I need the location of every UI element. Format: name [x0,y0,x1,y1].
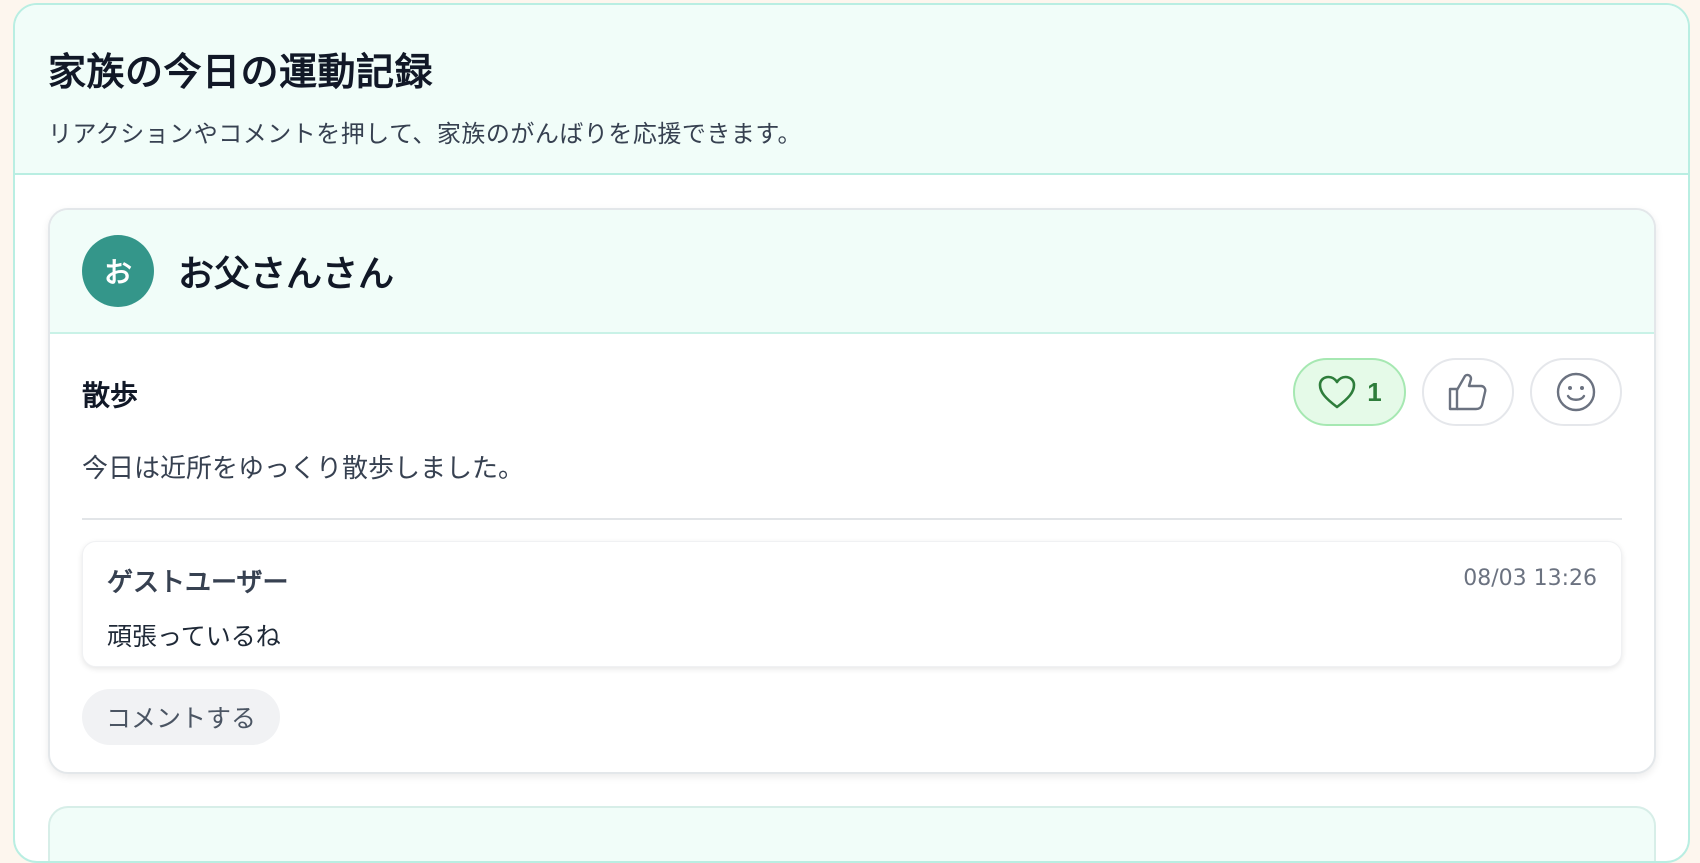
thumbs-up-reaction-button[interactable] [1422,358,1514,426]
heart-icon [1317,374,1357,410]
next-activity-card [48,806,1656,861]
smile-reaction-button[interactable] [1530,358,1622,426]
page-subtitle: リアクションやコメントを押して、家族のがんばりを応援できます。 [48,120,802,148]
card-header: お お父さんさん [50,210,1654,334]
heart-reaction-button[interactable]: 1 [1293,358,1406,426]
smile-icon [1555,371,1597,413]
activity-name: 散歩 [82,379,139,412]
activity-card: お お父さんさん 散歩 1 今日は近所をゆっくり散歩しました。 ゲストユーザー … [48,208,1656,774]
comment-item: ゲストユーザー 08/03 13:26 頑張っているね [82,541,1622,667]
heart-reaction-count: 1 [1367,376,1382,407]
comment-timestamp: 08/03 13:26 [1463,566,1597,591]
panel-header: 家族の今日の運動記録 リアクションやコメントを押して、家族のがんばりを応援できま… [15,5,1688,175]
divider [82,518,1622,520]
add-comment-button[interactable]: コメントする [82,689,281,745]
avatar: お [82,235,154,307]
activity-note: 今日は近所をゆっくり散歩しました。 [82,454,525,484]
page-title: 家族の今日の運動記録 [48,50,434,94]
reaction-group: 1 [1293,358,1622,426]
comment-author: ゲストユーザー [107,568,289,598]
thumbs-up-icon [1446,371,1490,413]
comment-text: 頑張っているね [107,622,281,651]
activity-panel: 家族の今日の運動記録 リアクションやコメントを押して、家族のがんばりを応援できま… [13,3,1690,863]
member-name: お父さんさん [178,254,395,295]
